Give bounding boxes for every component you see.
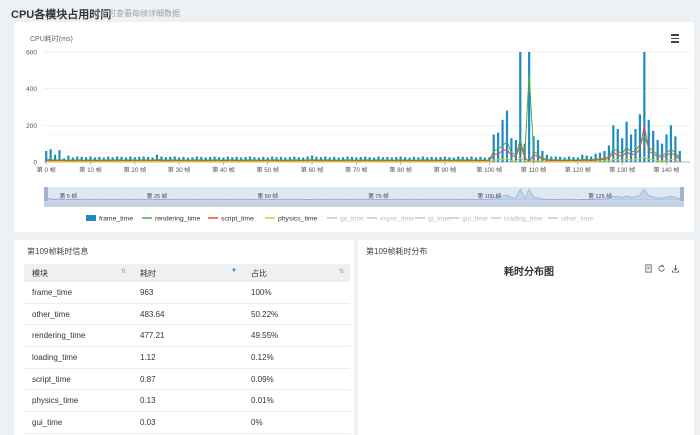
sort-desc-icon[interactable]: ▼ [231,268,237,274]
table-section-title: 第109帧耗时信息 [27,247,89,256]
cell-ratio: 100% [243,282,350,304]
frame-time-table: 模块 ⇅ 耗时 ▼ 占比 ⇅ frame_time 963 100% other_time 4… [24,264,350,434]
table-row[interactable]: rendering_time 477.21 49.55% [24,324,350,348]
cell-module: loading_time [24,346,132,369]
table-row[interactable]: gui_time 0.03 0% [24,411,350,434]
table-row[interactable]: other_time 483.64 50.22% [24,303,350,326]
cell-time: 0.87 [132,368,243,391]
page-subtitle: 点击可查看每帧详细数据 [92,9,180,18]
refresh-icon[interactable] [657,264,666,273]
cell-module: frame_time [24,282,132,304]
table-row[interactable]: frame_time 963 100% [24,282,350,304]
cell-time: 963 [132,282,243,304]
table-row[interactable]: loading_time 1.12 0.12% [24,346,350,369]
cell-time: 477.21 [132,324,243,348]
table-row[interactable]: script_time 0.87 0.09% [24,368,350,391]
table-row[interactable]: physics_time 0.13 0.01% [24,389,350,413]
pie-section-title: 第109帧耗时分布 [366,247,428,256]
sort-icon[interactable]: ⇅ [339,268,344,275]
column-header-ratio[interactable]: 占比 ⇅ [243,264,350,282]
data-view-icon[interactable] [644,264,653,273]
column-header-module[interactable]: 模块 ⇅ [24,264,132,282]
cell-time: 0.13 [132,389,243,413]
cell-module: other_time [24,303,132,326]
cell-ratio: 0% [243,411,350,434]
cell-ratio: 50.22% [243,303,350,326]
cell-time: 483.64 [132,303,243,326]
cell-module: physics_time [24,389,132,413]
cell-module: rendering_time [24,324,132,348]
download-icon[interactable] [671,264,680,273]
cell-ratio: 0.01% [243,389,350,413]
cell-module: gui_time [24,411,132,434]
main-chart-panel [14,22,694,232]
menu-icon[interactable] [669,33,681,43]
cell-ratio: 0.12% [243,346,350,369]
cell-time: 0.03 [132,411,243,434]
cell-time: 1.12 [132,346,243,369]
pie-chart-title: 耗时分布图 [504,267,554,278]
column-header-time[interactable]: 耗时 ▼ [132,264,243,282]
cell-ratio: 0.09% [243,368,350,391]
cell-module: script_time [24,368,132,391]
sort-icon[interactable]: ⇅ [121,268,126,275]
page-header: CPU各模块占用时间 点击可查看每帧详细数据 [0,0,700,22]
cell-ratio: 49.55% [243,324,350,348]
